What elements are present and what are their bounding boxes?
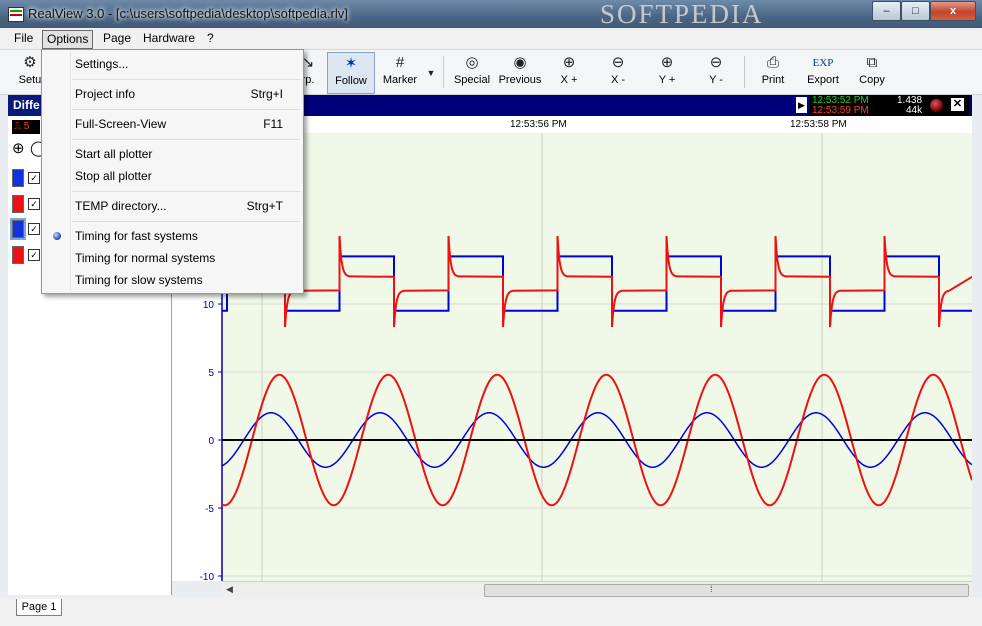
channel-checkbox[interactable]: ✓: [28, 249, 40, 261]
channel-color-red[interactable]: [12, 246, 24, 264]
radio-selected-icon: [53, 232, 61, 240]
play-arrow-icon[interactable]: ▶: [796, 97, 807, 113]
plot-background: [222, 133, 972, 581]
menu-item-timing-normal[interactable]: Timing for normal systems: [42, 247, 303, 269]
special-label: Special: [453, 74, 491, 86]
copy-icon: ⧉: [866, 54, 878, 71]
time-tick-label: 12:53:56 PM: [510, 119, 567, 130]
zoom-y-out-icon: ⊖: [709, 54, 723, 71]
marker-button[interactable]: # Marker: [378, 52, 422, 92]
watermark-logo: SOFTPEDIA: [600, 0, 764, 29]
close-plot-button[interactable]: ✕: [951, 98, 964, 111]
clock-display: 12:53:52 PM 12:53:59 PM 1.438 44k ✕: [809, 95, 969, 116]
minimize-button[interactable]: –: [872, 1, 901, 21]
sample-count: 44k: [906, 105, 923, 116]
setup-icon: ⚙: [23, 54, 37, 71]
zoom-x-out-icon: ⊖: [611, 54, 625, 71]
menu-help[interactable]: ?: [203, 30, 218, 47]
x-minus-label: X -: [610, 74, 626, 86]
scroll-grip-icon: ⁞: [710, 584, 713, 594]
zoom-y-in-icon: ⊕: [660, 54, 674, 71]
special-button[interactable]: ◎ Special: [451, 52, 493, 92]
y-minus-label: Y -: [709, 74, 723, 86]
menu-item-temp-directory[interactable]: TEMP directory... Strg+T: [42, 195, 303, 217]
zoom-x-out-button[interactable]: ⊖ X -: [604, 52, 632, 92]
channel-checkbox[interactable]: ✓: [28, 172, 40, 184]
x-plus-label: X +: [560, 74, 578, 86]
chevron-down-icon: ▼: [426, 68, 436, 78]
time-tick-label: 12:53:58 PM: [790, 119, 847, 130]
zoom-y-out-button[interactable]: ⊖ Y -: [702, 52, 730, 92]
channel-checkbox[interactable]: ✓: [28, 198, 40, 210]
copy-label: Copy: [859, 74, 885, 86]
add-channel-button[interactable]: ⊕: [12, 141, 25, 157]
zoom-y-in-button[interactable]: ⊕ Y +: [653, 52, 681, 92]
marker-icon: #: [395, 54, 405, 71]
y-tick-label: 0: [208, 436, 214, 447]
menu-item-start-plotter[interactable]: Start all plotter: [42, 143, 303, 165]
scroll-left-icon[interactable]: ◀: [226, 584, 233, 595]
channel-checkbox[interactable]: ✓: [28, 223, 40, 235]
y-tick-label: 5: [208, 368, 214, 379]
menu-options[interactable]: Options: [42, 30, 94, 49]
channel-color-blue[interactable]: [10, 218, 26, 240]
menu-item-settings[interactable]: Settings...: [42, 53, 303, 75]
follow-button[interactable]: ✶ Follow: [327, 52, 375, 94]
export-button[interactable]: EXP Export: [803, 52, 843, 92]
menu-page[interactable]: Page: [99, 30, 135, 47]
app-window: RealView 3.0 - [c:\users\softpedia\deskt…: [0, 0, 982, 626]
plus-circle-icon: ⊕: [12, 140, 25, 157]
printer-icon: ⎙: [766, 54, 779, 71]
page-tab[interactable]: Page 1: [16, 599, 62, 616]
print-button[interactable]: ⎙ Print: [756, 52, 790, 92]
maximize-button[interactable]: □: [901, 1, 930, 21]
pulse-icon: ⎍: [14, 121, 21, 132]
special-icon: ◎: [465, 54, 479, 71]
channel-color-blue[interactable]: [12, 169, 24, 187]
export-label: Export: [807, 74, 839, 86]
export-icon: EXP: [812, 57, 834, 69]
marker-dropdown-button[interactable]: ▼: [424, 52, 438, 92]
app-icon: [8, 7, 24, 22]
menu-item-stop-plotter[interactable]: Stop all plotter: [42, 165, 303, 187]
previous-button[interactable]: ◉ Previous: [497, 52, 543, 92]
end-time: 12:53:59 PM: [812, 105, 869, 116]
previous-icon: ◉: [513, 54, 527, 71]
menu-item-timing-slow[interactable]: Timing for slow systems: [42, 269, 303, 291]
window-title: RealView 3.0 - [c:\users\softpedia\deskt…: [28, 6, 348, 21]
counter-display: ⎍ 5: [12, 120, 40, 134]
scroll-thumb[interactable]: [484, 584, 969, 597]
title-bar[interactable]: RealView 3.0 - [c:\users\softpedia\deskt…: [0, 0, 982, 28]
zoom-x-in-button[interactable]: ⊕ X +: [555, 52, 583, 92]
marker-label: Marker: [382, 74, 418, 86]
options-menu: Settings... Project info Strg+I Full-Scre…: [41, 49, 304, 294]
counter-value: 5: [23, 121, 30, 132]
follow-label: Follow: [335, 75, 367, 87]
menu-item-full-screen[interactable]: Full-Screen-View F11: [42, 113, 303, 135]
y-tick-label: -10: [200, 572, 215, 581]
previous-label: Previous: [498, 74, 542, 86]
horizontal-scrollbar[interactable]: ◀ ⁞: [222, 581, 972, 598]
menu-bar: File Options Page Hardware ?: [0, 28, 982, 50]
zoom-x-in-icon: ⊕: [562, 54, 576, 71]
close-button[interactable]: x: [930, 1, 976, 21]
print-label: Print: [761, 74, 785, 86]
menu-hardware[interactable]: Hardware: [139, 30, 199, 47]
y-tick-label: 10: [203, 300, 215, 311]
page-tabs: Page 1: [0, 597, 982, 626]
menu-item-project-info[interactable]: Project info Strg+I: [42, 83, 303, 105]
setup-label: Setu: [18, 74, 42, 86]
record-led-icon[interactable]: [930, 99, 943, 112]
menu-item-timing-fast[interactable]: Timing for fast systems: [42, 225, 303, 247]
menu-file[interactable]: File: [10, 30, 37, 47]
y-tick-label: -5: [205, 504, 214, 515]
channel-color-red[interactable]: [12, 195, 24, 213]
y-plus-label: Y +: [658, 74, 676, 86]
copy-button[interactable]: ⧉ Copy: [855, 52, 889, 92]
follow-icon: ✶: [344, 55, 358, 72]
